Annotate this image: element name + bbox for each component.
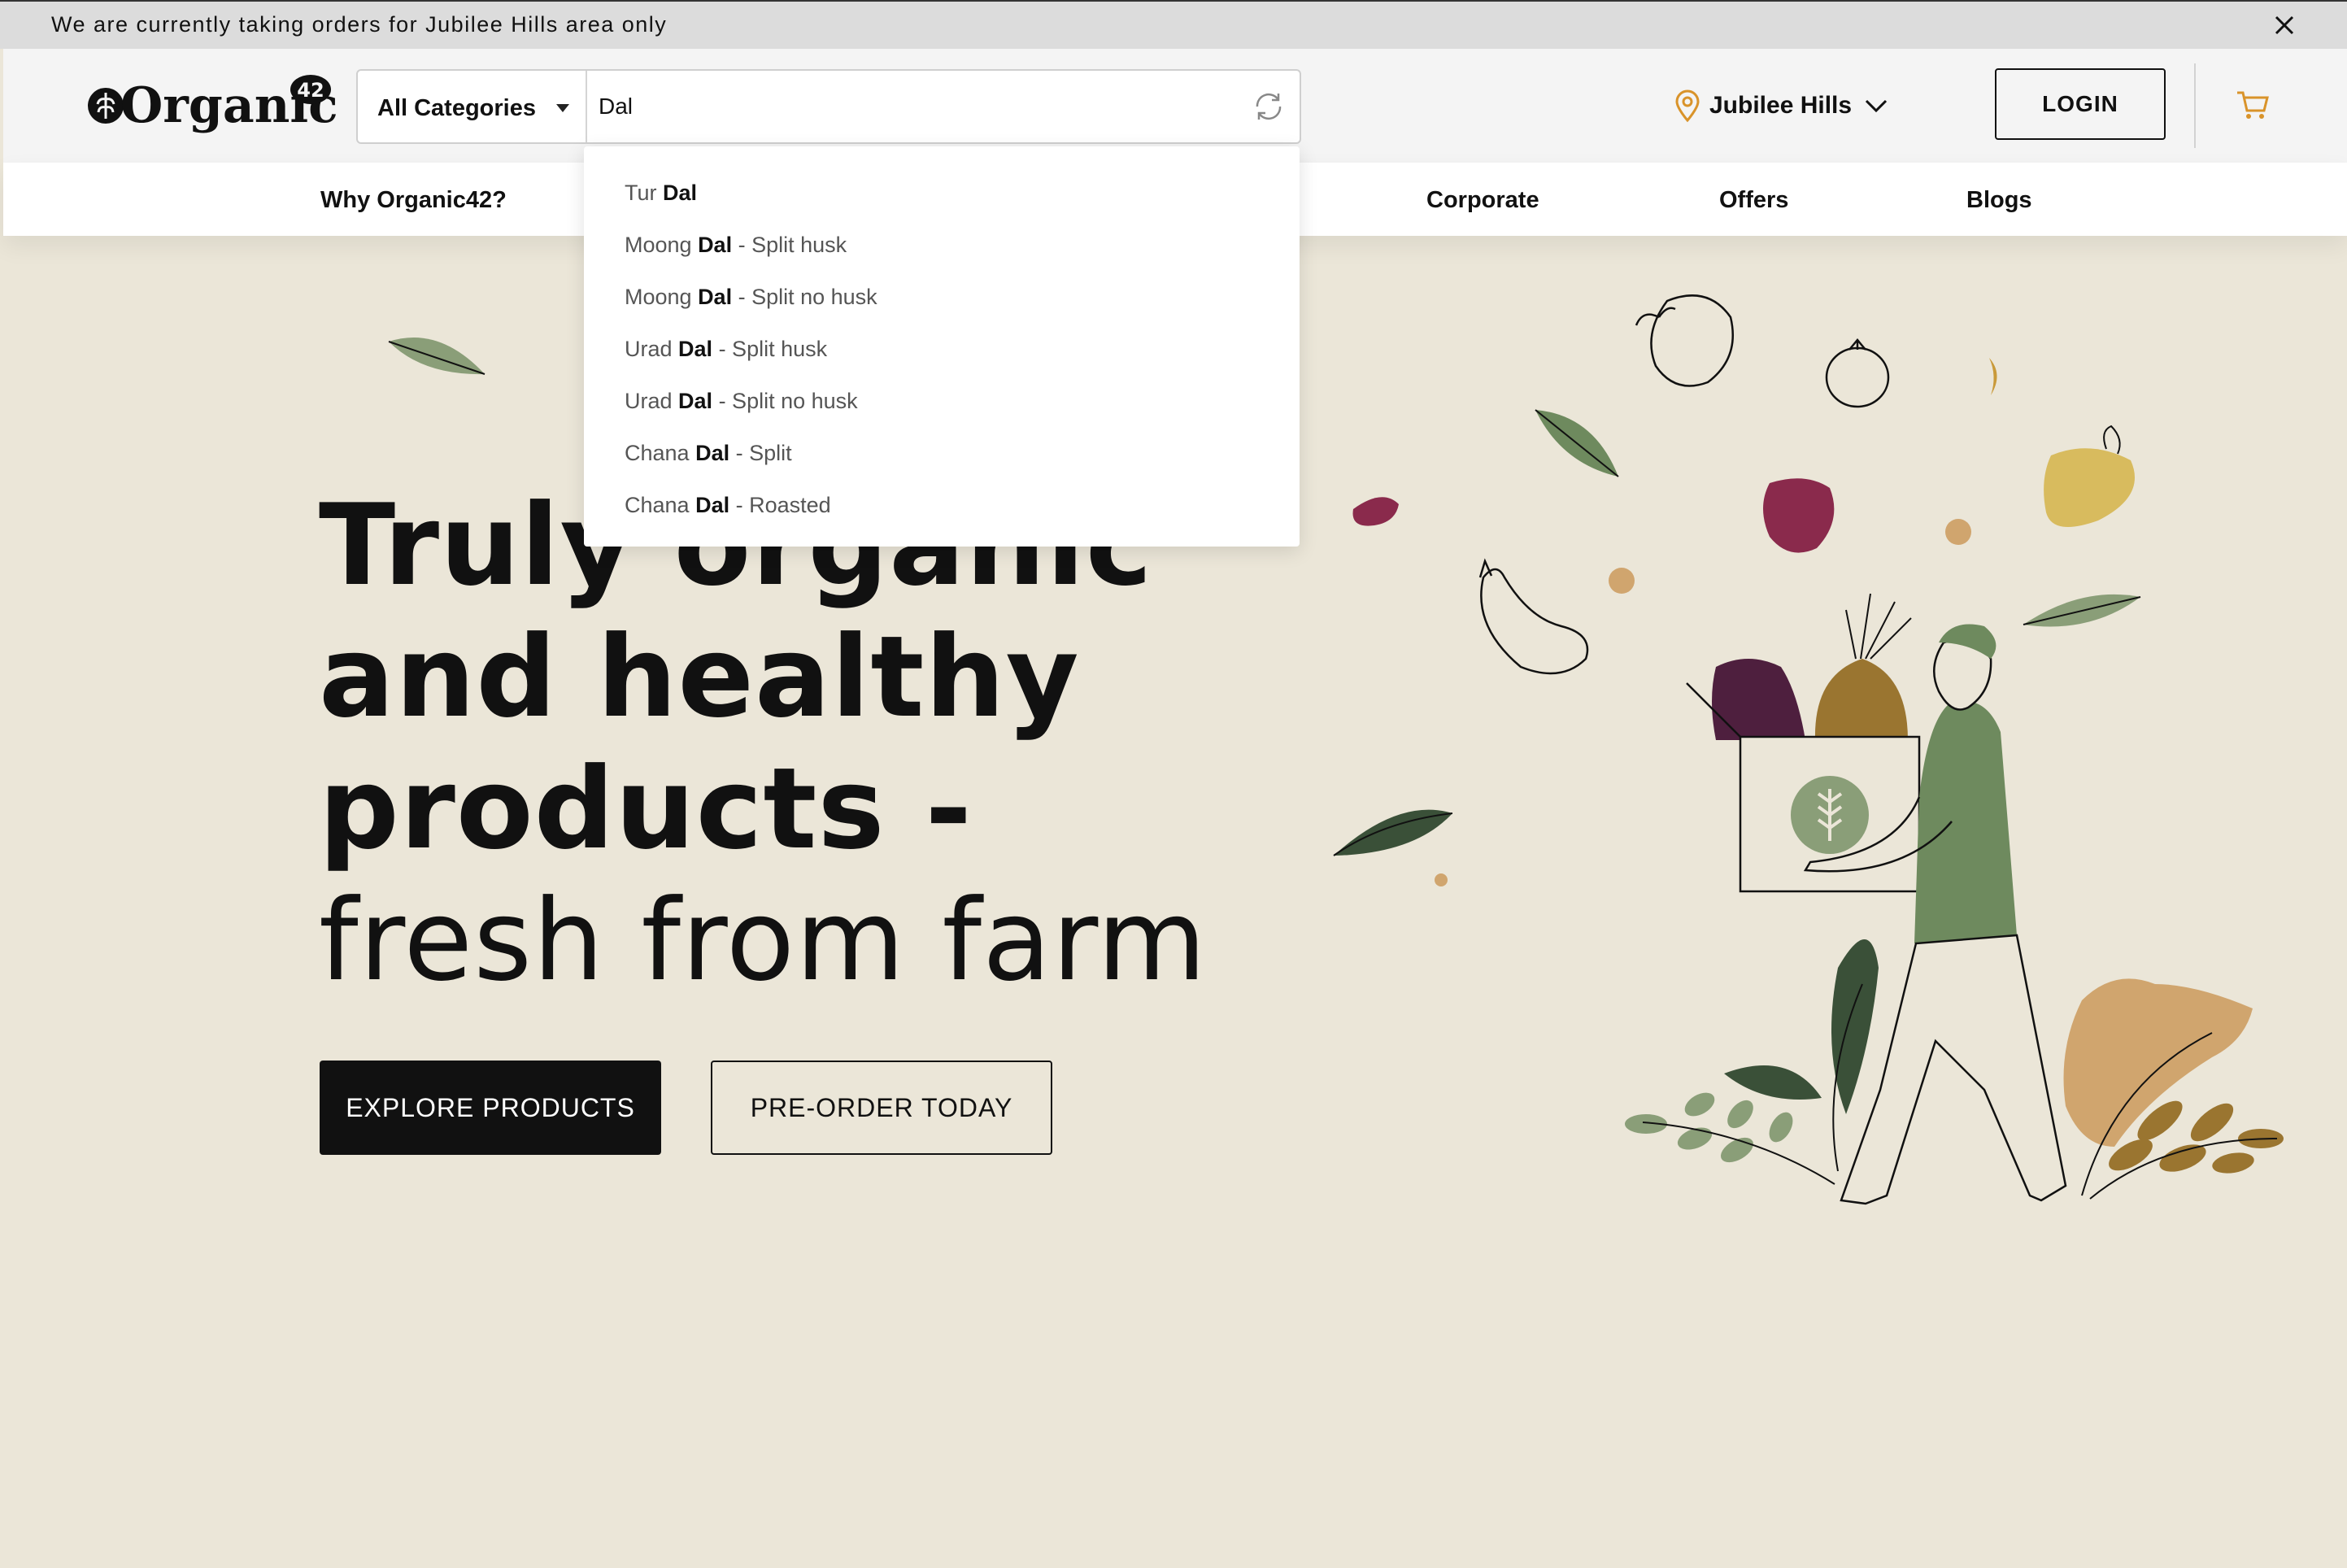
location-selector[interactable]: Jubilee Hills	[1672, 88, 1891, 124]
cart-icon[interactable]	[2235, 86, 2271, 122]
close-icon[interactable]	[2271, 11, 2298, 39]
suggestion-item[interactable]: Chana Dal - Split	[625, 441, 792, 466]
suggestion-item[interactable]: Tur Dal	[625, 181, 697, 206]
seed-icon	[1435, 873, 1448, 886]
seed-icon	[1945, 519, 1971, 545]
login-button[interactable]: LOGIN	[1995, 68, 2166, 140]
leaf-icon	[388, 338, 486, 375]
plant-icon	[2063, 978, 2284, 1200]
category-label: All Categories	[377, 95, 536, 121]
onion-outline-icon	[1825, 338, 1890, 408]
explore-products-button[interactable]: EXPLORE PRODUCTS	[320, 1061, 661, 1155]
search-bar: All Categories	[356, 69, 1301, 144]
search-input[interactable]	[599, 82, 1241, 131]
suggestion-item[interactable]: Chana Dal - Roasted	[625, 493, 831, 518]
nav-item-blogs[interactable]: Blogs	[1966, 187, 2032, 214]
crescent-icon	[1989, 358, 1997, 395]
delivery-person-icon	[1686, 593, 2067, 1205]
chevron-down-icon	[1866, 99, 1888, 113]
header-divider	[2194, 63, 2196, 148]
pre-order-button[interactable]: PRE-ORDER TODAY	[711, 1061, 1052, 1155]
suggestion-item[interactable]: Moong Dal - Split no husk	[625, 285, 877, 310]
leaf-icon	[1333, 809, 1453, 856]
site-header: Organic 42 All Categories Jubilee Hills …	[3, 49, 2347, 163]
suggestion-item[interactable]: Urad Dal - Split no husk	[625, 389, 858, 414]
refresh-icon[interactable]	[1251, 89, 1287, 124]
logo-badge: 42	[297, 79, 324, 102]
mango-icon	[2044, 448, 2135, 527]
leaf-icon	[2023, 594, 2141, 627]
eggplant-outline-icon	[1478, 558, 1589, 675]
suggestion-item[interactable]: Moong Dal - Split husk	[625, 233, 847, 258]
search-suggestions: Tur Dal Moong Dal - Split husk Moong Dal…	[584, 146, 1300, 547]
nav-item-corporate[interactable]: Corporate	[1426, 187, 1539, 214]
announcement-bar: We are currently taking orders for Jubil…	[0, 0, 2347, 49]
hero-line-2: and healthy	[319, 612, 1080, 743]
hero-headline: Truly organic and healthy products - fre…	[319, 480, 1207, 1007]
hero-line-4: fresh from farm	[319, 875, 1208, 1006]
caret-down-icon	[556, 104, 569, 112]
suggestion-item[interactable]: Urad Dal - Split husk	[625, 337, 827, 362]
leaf-icon	[1535, 409, 1619, 477]
logo[interactable]: Organic 42	[85, 72, 338, 137]
plant-icon	[1625, 939, 1879, 1185]
hero-line-3: products -	[319, 743, 973, 874]
category-select[interactable]: All Categories	[358, 71, 587, 142]
nav-item-why-organic42[interactable]: Why Organic42?	[320, 187, 507, 214]
nav-item-offers[interactable]: Offers	[1719, 187, 1788, 214]
beet-icon	[1763, 478, 1835, 553]
announcement-text: We are currently taking orders for Jubil…	[51, 12, 668, 37]
bean-icon	[1352, 497, 1399, 526]
tomato-outline-icon	[1635, 294, 1734, 387]
seed-icon	[1609, 568, 1635, 594]
location-pin-icon	[1675, 89, 1700, 123]
location-label: Jubilee Hills	[1709, 92, 1853, 119]
